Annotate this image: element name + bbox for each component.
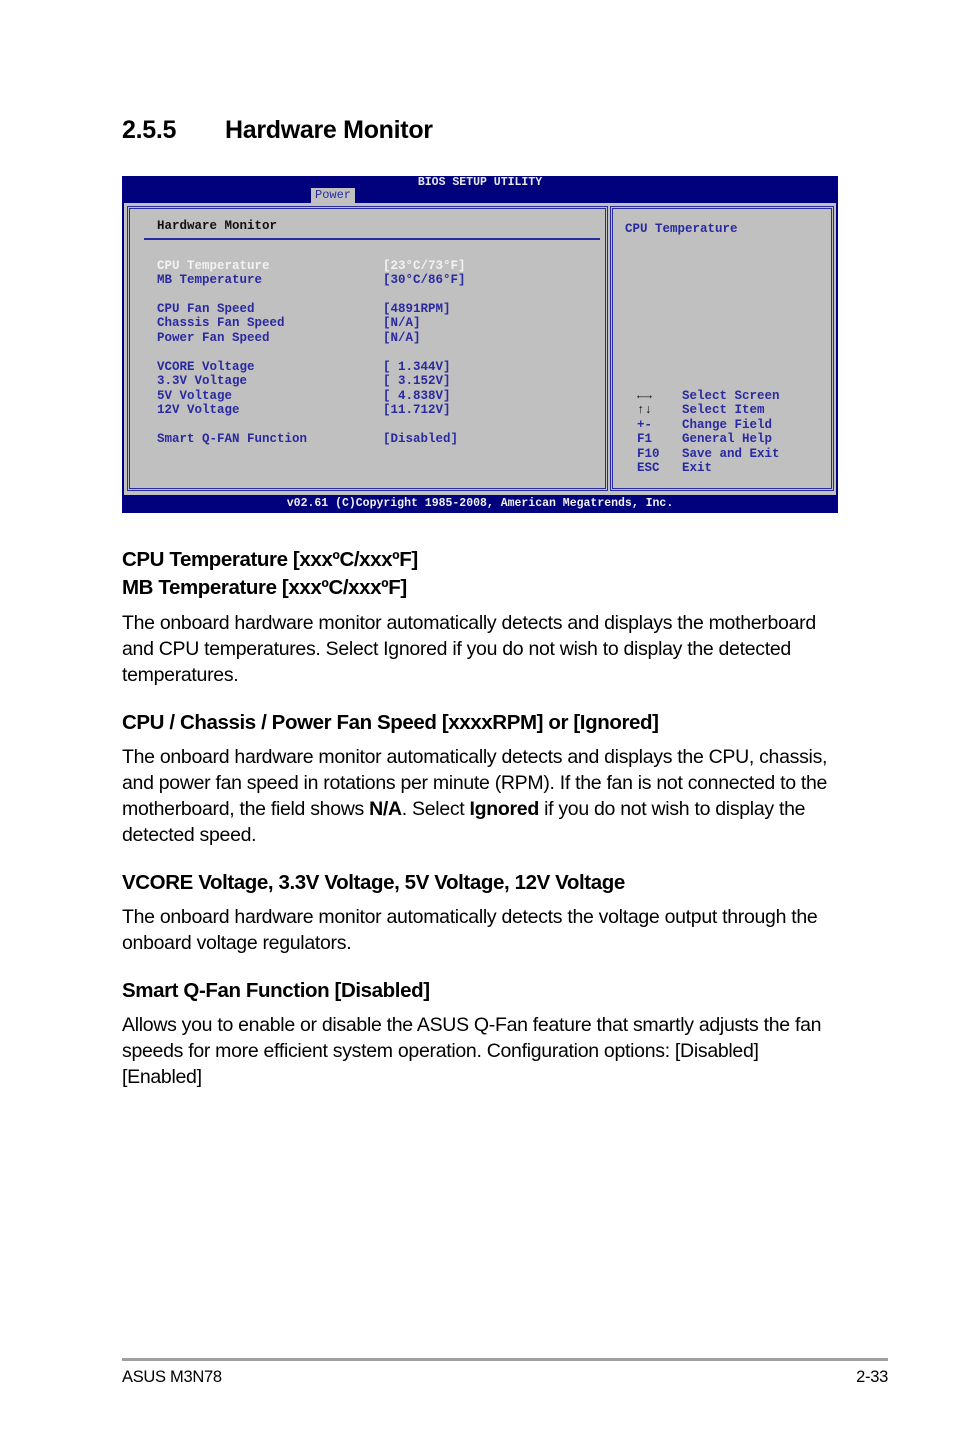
key-desc-select-screen: Select Screen — [682, 389, 780, 403]
value-power-fan-speed: [N/A] — [383, 331, 421, 345]
panel-title: Hardware Monitor — [157, 219, 278, 233]
body-text: . Select — [401, 798, 470, 820]
key-desc-general-help: General Help — [682, 432, 773, 446]
bios-body: Hardware Monitor CPU Temperature [23°C/7… — [124, 203, 836, 495]
heading-line-cpu-temp: CPU Temperature [xxxºC/xxxºF] — [122, 548, 418, 571]
bios-title: BIOS SETUP UTILITY — [417, 176, 543, 189]
page-heading: 2.5.5 Hardware Monitor — [122, 116, 433, 145]
settings-panel: Hardware Monitor CPU Temperature [23°C/7… — [127, 206, 608, 491]
section-temperature-body: The onboard hardware monitor automatical… — [122, 612, 816, 686]
section-voltage-body: The onboard hardware monitor automatical… — [122, 906, 818, 954]
value-cpu-temperature: [23°C/73°F] — [383, 259, 466, 273]
bios-screenshot: BIOS SETUP UTILITY Power Hardware Monito… — [122, 176, 838, 513]
setting-12v-voltage[interactable]: 12V Voltage — [157, 403, 240, 418]
section-fan-speed-heading: CPU / Chassis / Power Fan Speed [xxxxRPM… — [122, 711, 659, 734]
footer-page-number: 2-33 — [856, 1368, 888, 1386]
key-desc-select-item: Select Item — [682, 403, 765, 417]
value-vcore-voltage: [ 1.344V] — [383, 360, 451, 374]
value-3v3-voltage: [ 3.152V] — [383, 374, 451, 388]
key-desc-save-exit: Save and Exit — [682, 447, 780, 461]
section-qfan-body: Allows you to enable or disable the ASUS… — [122, 1014, 822, 1088]
section-fan-speed-body: The onboard hardware monitor automatical… — [122, 744, 842, 848]
footer-model: ASUS M3N78 — [122, 1368, 222, 1386]
setting-cpu-fan-speed[interactable]: CPU Fan Speed — [157, 302, 255, 317]
tab-power[interactable]: Power — [311, 188, 356, 203]
body-bold-ignored: Ignored — [469, 798, 540, 820]
value-5v-voltage: [ 4.838V] — [383, 389, 451, 403]
heading-line-mb-temp: MB Temperature [xxxºC/xxxºF] — [122, 576, 407, 599]
setting-vcore-voltage[interactable]: VCORE Voltage — [157, 360, 255, 375]
section-voltage-heading: VCORE Voltage, 3.3V Voltage, 5V Voltage,… — [122, 871, 625, 894]
value-mb-temperature: [30°C/86°F] — [383, 273, 466, 287]
key-f1: F1 — [637, 432, 653, 446]
key-desc-change-field: Change Field — [682, 418, 773, 432]
panel-divider — [144, 238, 600, 240]
key-plus-minus: +- — [637, 418, 653, 432]
help-panel: CPU Temperature ←→ Select Screen ↑↓ Sele… — [610, 206, 834, 491]
setting-mb-temperature[interactable]: MB Temperature — [157, 273, 262, 288]
up-down-arrows-icon: ↑↓ — [637, 403, 653, 417]
help-title: CPU Temperature — [625, 222, 738, 236]
value-cpu-fan-speed: [4891RPM] — [383, 302, 451, 316]
body-bold-na: N/A — [369, 798, 402, 820]
section-title: Hardware Monitor — [225, 116, 433, 144]
section-qfan-heading: Smart Q-Fan Function [Disabled] — [122, 979, 430, 1002]
key-esc: ESC — [637, 461, 660, 475]
value-chassis-fan-speed: [N/A] — [383, 316, 421, 330]
setting-cpu-temperature[interactable]: CPU Temperature — [157, 259, 270, 274]
setting-5v-voltage[interactable]: 5V Voltage — [157, 389, 232, 404]
value-12v-voltage: [11.712V] — [383, 403, 451, 417]
key-desc-exit: Exit — [682, 461, 713, 475]
section-temperature-heading: CPU Temperature [xxxºC/xxxºF] MB Tempera… — [122, 546, 418, 602]
setting-smart-q-fan[interactable]: Smart Q-FAN Function — [157, 432, 307, 447]
left-right-arrows-icon: ←→ — [637, 389, 653, 403]
value-smart-q-fan[interactable]: [Disabled] — [383, 432, 458, 447]
footer-divider — [122, 1358, 888, 1361]
setting-power-fan-speed[interactable]: Power Fan Speed — [157, 331, 270, 346]
setting-3v3-voltage[interactable]: 3.3V Voltage — [157, 374, 247, 389]
setting-chassis-fan-speed[interactable]: Chassis Fan Speed — [157, 316, 285, 331]
key-f10: F10 — [637, 447, 660, 461]
section-number: 2.5.5 — [122, 116, 177, 144]
bios-copyright: v02.61 (C)Copyright 1985-2008, American … — [286, 497, 674, 510]
